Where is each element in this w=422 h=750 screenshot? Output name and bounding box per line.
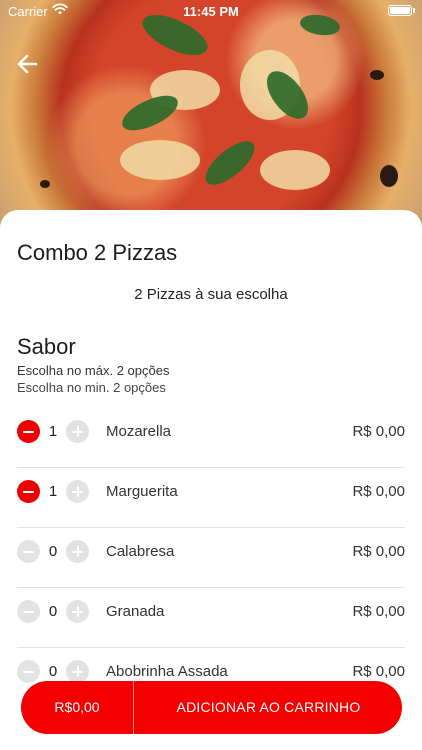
minus-icon	[23, 670, 34, 673]
quantity: 0	[48, 603, 58, 620]
plus-icon-stem	[76, 546, 79, 557]
minus-button[interactable]	[17, 420, 40, 443]
option-price: R$ 0,00	[352, 603, 405, 620]
quantity: 0	[48, 663, 58, 680]
option-row-calabresa: 0 Calabresa R$ 0,00	[17, 528, 405, 588]
status-bar: Carrier 11:45 PM	[0, 0, 422, 22]
crust-char	[380, 165, 398, 187]
option-name: Abobrinha Assada	[106, 663, 228, 680]
crust-char	[370, 70, 384, 80]
product-title: Combo 2 Pizzas	[17, 240, 178, 265]
option-price: R$ 0,00	[352, 663, 405, 680]
cart-total: R$0,00	[21, 681, 134, 734]
option-price: R$ 0,00	[352, 543, 405, 560]
clock: 11:45 PM	[183, 4, 239, 19]
option-name: Calabresa	[106, 543, 175, 560]
add-to-cart-button[interactable]: ADICIONAR AO CARRINHO	[135, 681, 402, 734]
product-image	[0, 0, 422, 240]
plus-icon-stem	[76, 426, 79, 437]
add-to-cart-bar: R$0,00 ADICIONAR AO CARRINHO	[21, 681, 402, 734]
cheese-patch	[120, 140, 200, 180]
plus-icon-stem	[76, 666, 79, 677]
battery-icon	[388, 5, 412, 16]
arrow-left-icon	[17, 54, 38, 74]
quantity: 0	[48, 543, 58, 560]
minus-icon	[23, 490, 34, 493]
max-choice-rule: Escolha no máx. 2 opções	[17, 363, 170, 378]
min-choice-rule: Escolha no min. 2 opções	[17, 380, 166, 395]
option-name: Marguerita	[106, 483, 178, 500]
option-price: R$ 0,00	[352, 483, 405, 500]
quantity: 1	[48, 423, 58, 440]
plus-icon-stem	[76, 606, 79, 617]
plus-button[interactable]	[66, 480, 89, 503]
back-button[interactable]	[14, 50, 42, 78]
plus-icon-stem	[76, 486, 79, 497]
minus-button[interactable]	[17, 540, 40, 563]
option-name: Mozarella	[106, 423, 172, 440]
plus-button[interactable]	[66, 600, 89, 623]
basil-leaf	[197, 135, 263, 191]
minus-button[interactable]	[17, 600, 40, 623]
option-row-marguerita: 1 Marguerita R$ 0,00	[17, 468, 405, 528]
battery-tip	[413, 8, 415, 13]
section-title: Sabor	[17, 334, 76, 359]
minus-icon	[23, 610, 34, 613]
quantity: 1	[48, 483, 58, 500]
option-row-mozarella: 1 Mozarella R$ 0,00	[17, 408, 405, 468]
option-name: Granada	[106, 603, 165, 620]
minus-icon	[23, 550, 34, 553]
crust-char	[40, 180, 50, 188]
minus-button[interactable]	[17, 660, 40, 683]
product-description: 2 Pizzas à sua escolha	[134, 286, 288, 303]
minus-icon	[23, 430, 34, 433]
cheese-patch	[260, 150, 330, 190]
basil-leaf	[117, 90, 183, 136]
product-sheet: Combo 2 Pizzas 2 Pizzas à sua escolha Sa…	[0, 210, 422, 750]
option-price: R$ 0,00	[352, 423, 405, 440]
plus-button[interactable]	[66, 660, 89, 683]
plus-button[interactable]	[66, 420, 89, 443]
minus-button[interactable]	[17, 480, 40, 503]
plus-button[interactable]	[66, 540, 89, 563]
option-row-granada: 0 Granada R$ 0,00	[17, 588, 405, 648]
